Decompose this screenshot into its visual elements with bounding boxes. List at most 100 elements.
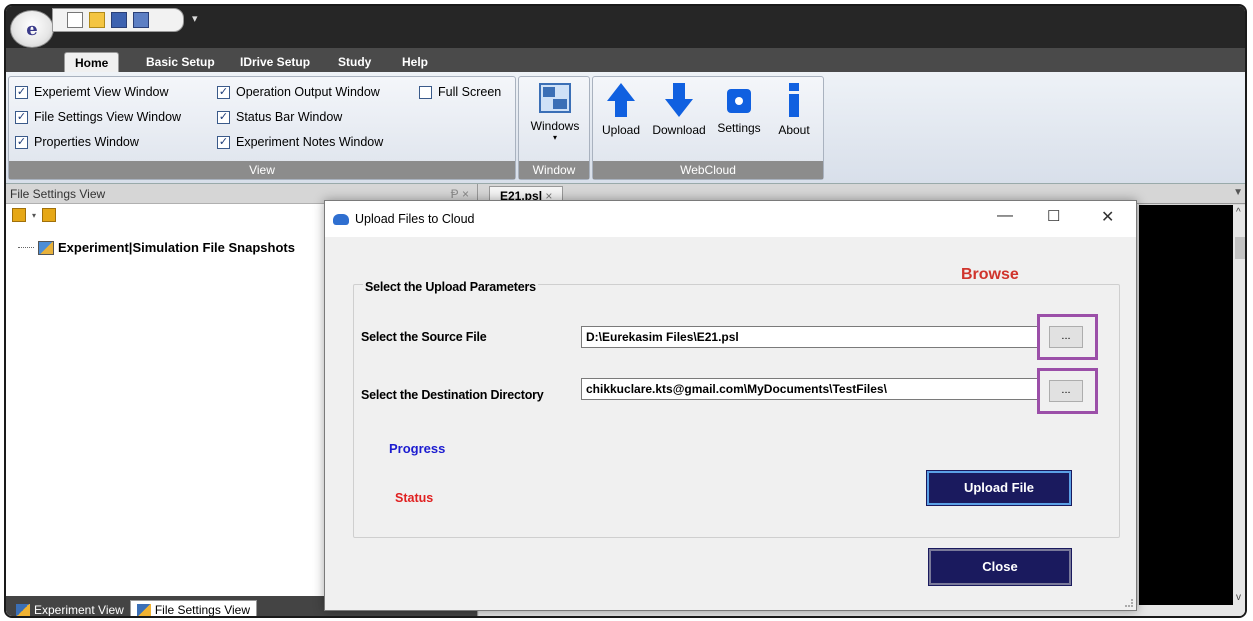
group-title-visible: Select the Upload Parameters bbox=[363, 280, 538, 294]
tab-experiment-view[interactable]: Experiment View bbox=[10, 600, 130, 617]
upload-dialog: Upload Files to Cloud — ☐ ✕ Browse Selec… bbox=[324, 200, 1137, 611]
upload-file-button[interactable]: Upload File bbox=[926, 470, 1072, 506]
checkbox-file-settings-view[interactable]: ✓ File Settings View Window bbox=[15, 110, 181, 124]
tab-basic-setup[interactable]: Basic Setup bbox=[136, 52, 225, 72]
maximize-icon[interactable]: ☐ bbox=[1047, 207, 1060, 225]
tree-root-item[interactable]: Experiment|Simulation File Snapshots bbox=[18, 240, 295, 255]
webcloud-group-label: WebCloud bbox=[593, 161, 823, 179]
save-all-icon[interactable] bbox=[133, 12, 149, 28]
checkbox-label: Status Bar Window bbox=[236, 110, 343, 124]
dialog-title: Upload Files to Cloud bbox=[355, 212, 475, 226]
checkbox-label: Operation Output Window bbox=[236, 85, 380, 99]
close-icon[interactable]: ✕ bbox=[1101, 207, 1114, 227]
tab-study[interactable]: Study bbox=[328, 52, 381, 72]
checkbox-label: File Settings View Window bbox=[34, 110, 182, 124]
scroll-down-icon[interactable]: v bbox=[1236, 592, 1241, 603]
view-group-label: View bbox=[9, 161, 515, 179]
source-file-label: Select the Source File bbox=[361, 330, 487, 344]
source-browse-button[interactable]: ... bbox=[1049, 326, 1083, 348]
about-label: About bbox=[778, 123, 810, 137]
chevron-down-icon[interactable]: ▾ bbox=[32, 211, 36, 220]
tree-root-label: Experiment|Simulation File Snapshots bbox=[58, 240, 295, 255]
status-label: Status bbox=[395, 491, 434, 505]
new-file-icon[interactable] bbox=[67, 12, 83, 28]
tab-list-dropdown-icon[interactable]: ▼ bbox=[1233, 187, 1243, 198]
experiment-view-icon bbox=[16, 604, 30, 616]
check-icon: ✓ bbox=[217, 85, 230, 99]
dialog-title-bar: Upload Files to Cloud — ☐ ✕ bbox=[325, 201, 1136, 237]
tree-connector bbox=[18, 247, 34, 248]
checkbox-label: Experiemt View Window bbox=[34, 85, 169, 99]
destination-label: Select the Destination Directory bbox=[361, 388, 544, 402]
source-file-field[interactable]: D:\Eurekasim Files\E21.psl bbox=[581, 326, 1039, 348]
windows-button[interactable]: Windows ▾ bbox=[527, 79, 583, 142]
checkbox-full-screen[interactable]: Full Screen bbox=[419, 85, 501, 99]
source-browse-highlight: ... bbox=[1037, 314, 1098, 360]
checkbox-properties[interactable]: ✓ Properties Window bbox=[15, 135, 139, 149]
app-menu-orb[interactable]: e bbox=[10, 10, 54, 48]
windows-button-label: Windows bbox=[530, 119, 580, 133]
title-bar: e ▾ bbox=[6, 6, 1245, 48]
checkbox-status-bar[interactable]: ✓ Status Bar Window bbox=[217, 110, 342, 124]
check-icon: ✓ bbox=[15, 135, 28, 149]
checkbox-label: Experiment Notes Window bbox=[236, 135, 384, 149]
open-folder-icon[interactable] bbox=[89, 12, 105, 28]
vertical-scrollbar[interactable]: ^ v bbox=[1233, 205, 1245, 605]
quick-access-dropdown-icon[interactable]: ▾ bbox=[192, 12, 198, 25]
scroll-up-icon[interactable]: ^ bbox=[1236, 207, 1241, 218]
quick-access-toolbar bbox=[52, 8, 184, 32]
download-arrow-stem bbox=[673, 83, 685, 99]
tab-label: File Settings View bbox=[154, 603, 250, 617]
download-button[interactable]: Download bbox=[647, 79, 711, 137]
unchecked-box-icon bbox=[419, 85, 432, 99]
about-button[interactable]: About bbox=[769, 79, 819, 137]
pin-close-icon[interactable]: Ᵽ × bbox=[451, 187, 469, 201]
snapshot-icon bbox=[38, 240, 54, 255]
ribbon-tabs: Home Basic Setup IDrive Setup Study Help bbox=[6, 48, 1245, 72]
check-icon: ✓ bbox=[217, 135, 230, 149]
file-settings-icon bbox=[136, 604, 151, 616]
window-group: Windows ▾ Window bbox=[518, 76, 590, 180]
tab-idrive-setup[interactable]: IDrive Setup bbox=[230, 52, 320, 72]
settings-button[interactable]: Settings bbox=[711, 79, 767, 135]
download-label: Download bbox=[652, 123, 706, 137]
settings-label: Settings bbox=[717, 121, 761, 135]
upload-arrow-stem bbox=[615, 101, 627, 117]
cloud-icon bbox=[333, 213, 349, 225]
info-icon bbox=[787, 83, 801, 117]
download-arrow-icon bbox=[665, 99, 693, 117]
tab-label: Experiment View bbox=[34, 603, 124, 617]
checkbox-operation-output[interactable]: ✓ Operation Output Window bbox=[217, 85, 380, 99]
close-button[interactable]: Close bbox=[928, 548, 1072, 586]
tab-home[interactable]: Home bbox=[64, 52, 120, 72]
checkbox-label: Properties Window bbox=[34, 135, 139, 149]
pane-title: File Settings View bbox=[10, 186, 106, 201]
gear-icon bbox=[727, 89, 751, 113]
settings-dropdown-icon[interactable] bbox=[12, 208, 26, 222]
folder-icon[interactable] bbox=[42, 208, 57, 222]
app-logo-icon: e bbox=[26, 18, 38, 40]
check-icon: ✓ bbox=[15, 110, 28, 124]
upload-arrow-icon bbox=[607, 83, 635, 101]
tab-file-settings-view[interactable]: File Settings View bbox=[129, 600, 257, 617]
destination-browse-button[interactable]: ... bbox=[1049, 380, 1083, 402]
checkbox-experiment-notes[interactable]: ✓ Experiment Notes Window bbox=[217, 135, 383, 149]
chevron-down-icon: ▾ bbox=[552, 133, 557, 142]
save-icon[interactable] bbox=[111, 12, 127, 28]
destination-browse-highlight: ... bbox=[1037, 368, 1098, 414]
upload-button[interactable]: Upload bbox=[595, 79, 647, 137]
destination-field[interactable]: chikkuclare.kts@gmail.com\MyDocuments\Te… bbox=[581, 378, 1039, 400]
check-icon: ✓ bbox=[15, 85, 28, 99]
checkbox-label: Full Screen bbox=[438, 85, 502, 99]
view-group: ✓ Experiemt View Window ✓ Operation Output… bbox=[8, 76, 516, 180]
minimize-icon[interactable]: — bbox=[997, 207, 1013, 225]
windows-icon bbox=[539, 83, 571, 113]
progress-label: Progress bbox=[389, 441, 446, 456]
check-icon: ✓ bbox=[217, 110, 230, 124]
scroll-thumb[interactable] bbox=[1235, 237, 1245, 259]
browse-annotation: Browse bbox=[961, 266, 1019, 283]
tab-help[interactable]: Help bbox=[392, 52, 438, 72]
checkbox-experiment-view[interactable]: ✓ Experiemt View Window bbox=[15, 85, 169, 99]
upload-label: Upload bbox=[601, 123, 641, 137]
resize-grip-icon[interactable] bbox=[1125, 599, 1133, 607]
